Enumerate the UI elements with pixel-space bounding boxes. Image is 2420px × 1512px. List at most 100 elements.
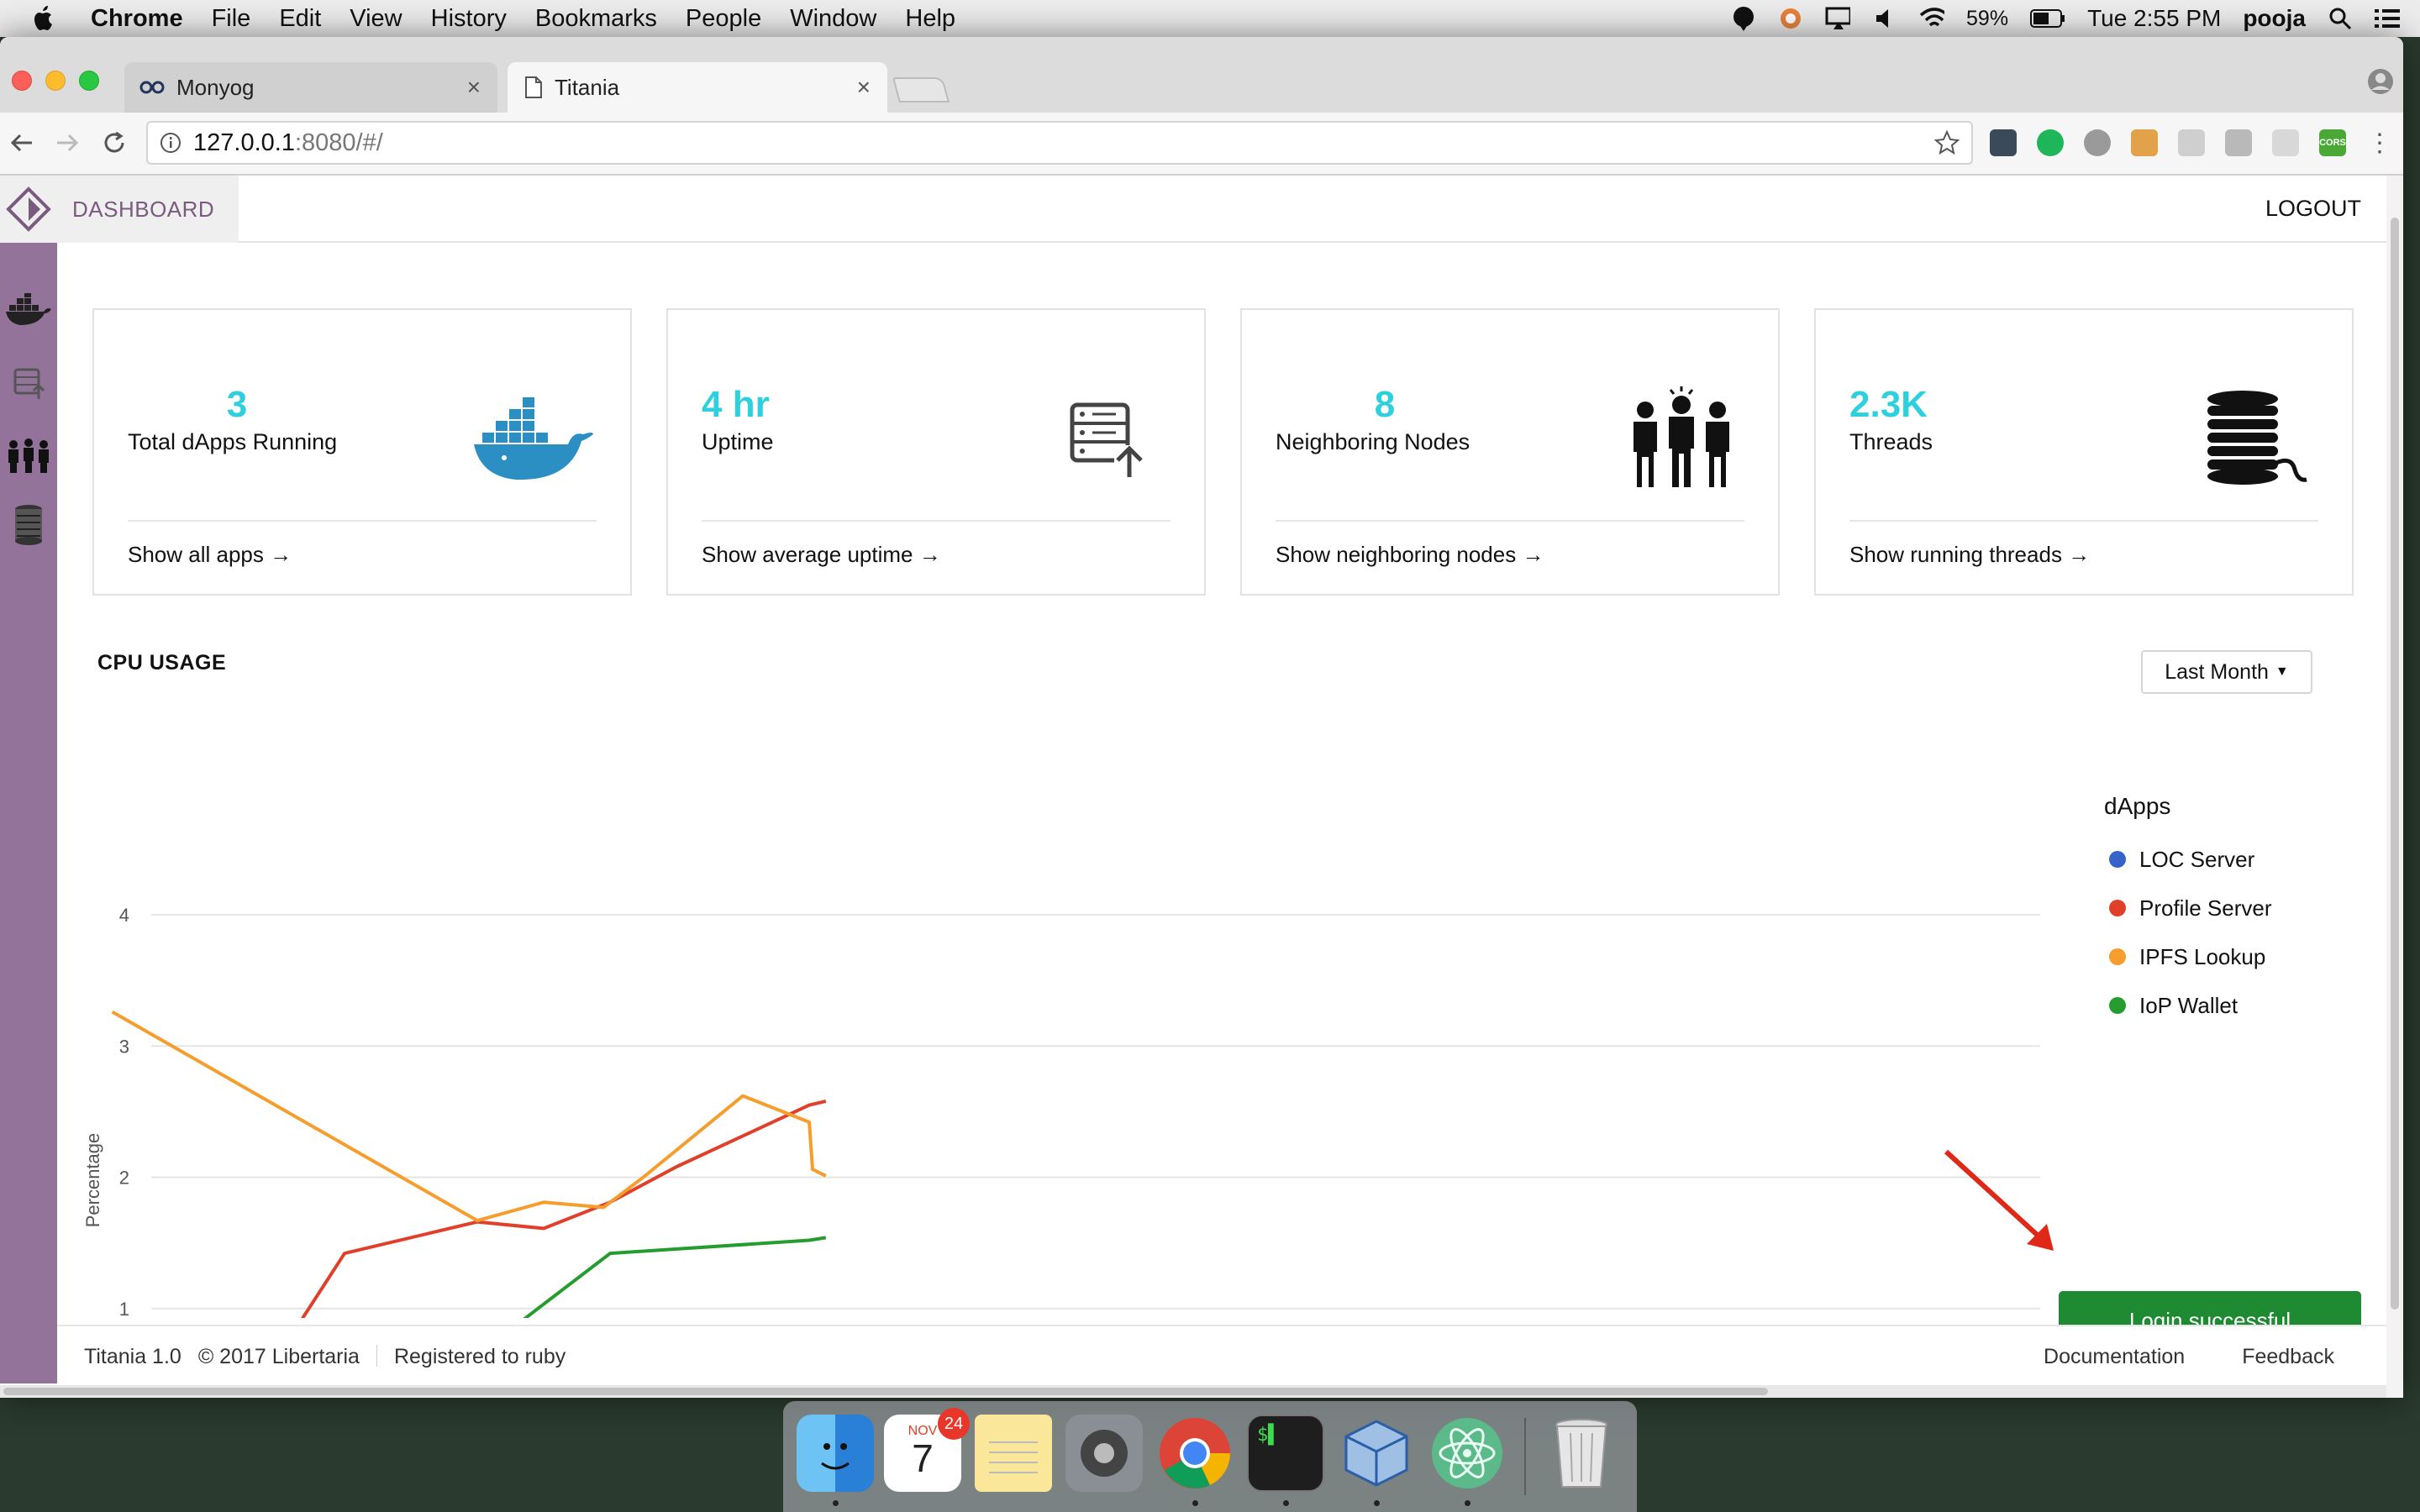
new-tab-button[interactable] bbox=[892, 77, 950, 102]
horizontal-scrollbar[interactable] bbox=[0, 1385, 2386, 1398]
y-tick-label: 1 bbox=[119, 1299, 129, 1318]
footer-copyright: © 2017 Libertaria bbox=[197, 1345, 360, 1368]
url-path: :8080/#/ bbox=[294, 129, 383, 156]
tab-titania[interactable]: Titania × bbox=[508, 62, 887, 113]
page-footer: Titania 1.0 © 2017 Libertaria Registered… bbox=[57, 1325, 2386, 1383]
ext-tool[interactable] bbox=[2131, 129, 2158, 156]
terminal-icon[interactable]: $▌ bbox=[1247, 1415, 1324, 1492]
calendar-icon[interactable]: NOV 7 24 bbox=[884, 1408, 970, 1492]
feedback-link[interactable]: Feedback bbox=[2242, 1345, 2334, 1369]
series-line-iop-wallet[interactable] bbox=[145, 1236, 827, 1318]
logout-link[interactable]: LOGOUT bbox=[2265, 196, 2361, 222]
docker-icon[interactable] bbox=[3, 286, 54, 333]
menu-window[interactable]: Window bbox=[790, 5, 876, 33]
trash-icon[interactable] bbox=[1543, 1415, 1620, 1492]
menu-people[interactable]: People bbox=[686, 5, 761, 33]
chrome-icon[interactable] bbox=[1156, 1415, 1234, 1492]
card-divider bbox=[1276, 520, 1744, 522]
address-bar[interactable]: 127.0.0.1:8080/#/ bbox=[146, 121, 1973, 165]
vertical-scrollbar[interactable] bbox=[2386, 176, 2403, 1398]
time-range-dropdown[interactable]: Last Month ▼ bbox=[2141, 650, 2312, 694]
legend-item-profile-server[interactable]: Profile Server bbox=[2104, 884, 2272, 932]
ext-green[interactable] bbox=[2037, 129, 2064, 156]
profile-icon[interactable] bbox=[2366, 67, 2395, 100]
people-icon[interactable] bbox=[3, 431, 54, 478]
close-window-button[interactable] bbox=[12, 71, 32, 91]
running-indicator bbox=[1192, 1500, 1198, 1506]
legend-item-ipfs-lookup[interactable]: IPFS Lookup bbox=[2104, 932, 2272, 981]
ext-gear[interactable] bbox=[2084, 129, 2111, 156]
volume-icon[interactable] bbox=[1872, 6, 1897, 31]
show-neighboring-nodes-link[interactable]: Show neighboring nodes → bbox=[1276, 542, 1544, 568]
series-line-ipfs-lookup[interactable] bbox=[111, 1010, 827, 1223]
menu-bookmarks[interactable]: Bookmarks bbox=[535, 5, 657, 33]
sync-status-icon[interactable] bbox=[1778, 6, 1803, 31]
menubar-clock[interactable]: Tue 2:55 PM bbox=[2087, 5, 2221, 32]
menu-app-name[interactable]: Chrome bbox=[91, 5, 183, 33]
mac-menubar: Chrome File Edit View History Bookmarks … bbox=[0, 0, 2420, 37]
finder-icon[interactable] bbox=[797, 1415, 874, 1492]
card-threads: 2.3K Threads Show running threads → bbox=[1814, 308, 2354, 596]
battery-icon[interactable] bbox=[2030, 6, 2065, 31]
titania-logo-icon[interactable] bbox=[5, 186, 52, 233]
legend-label: LOC Server bbox=[2139, 846, 2255, 872]
wifi-icon[interactable] bbox=[1919, 6, 1945, 31]
brand-area: DASHBOARD bbox=[0, 176, 239, 243]
close-tab-icon[interactable]: × bbox=[857, 74, 871, 101]
spotlight-search-icon[interactable] bbox=[2328, 6, 2353, 31]
bookmark-star-icon[interactable] bbox=[1933, 129, 1960, 162]
tab-monyog[interactable]: Monyog × bbox=[124, 62, 497, 113]
apple-menu-icon[interactable] bbox=[25, 0, 62, 37]
footer-version: Titania 1.0 bbox=[84, 1345, 182, 1368]
balloon-status-icon[interactable] bbox=[1731, 6, 1756, 31]
cpu-usage-chart: 01234 2. Oct4. Oct6. Oct8. Oct10. Oct12.… bbox=[82, 905, 2040, 1318]
zoom-window-button[interactable] bbox=[79, 71, 99, 91]
y-tick-label: 2 bbox=[119, 1168, 129, 1189]
menu-edit[interactable]: Edit bbox=[279, 5, 321, 33]
documentation-link[interactable]: Documentation bbox=[2044, 1345, 2185, 1369]
legend-item-loc-server[interactable]: LOC Server bbox=[2104, 835, 2272, 884]
virtualbox-icon[interactable] bbox=[1338, 1415, 1415, 1492]
y-tick-label: 4 bbox=[119, 905, 129, 926]
scroll-thumb[interactable] bbox=[2391, 218, 2399, 1310]
reload-button[interactable] bbox=[96, 124, 133, 161]
airplay-icon[interactable] bbox=[1825, 6, 1851, 31]
card-divider bbox=[702, 520, 1171, 522]
series-line-profile-server[interactable] bbox=[113, 1099, 827, 1318]
ext-grid[interactable] bbox=[2178, 129, 2205, 156]
menubar-user[interactable]: pooja bbox=[2243, 5, 2306, 32]
close-tab-icon[interactable]: × bbox=[467, 74, 481, 101]
show-all-apps-link[interactable]: Show all apps → bbox=[128, 542, 292, 568]
footer-registered: Registered to ruby bbox=[393, 1345, 566, 1368]
back-button[interactable] bbox=[3, 124, 40, 161]
menu-view[interactable]: View bbox=[350, 5, 402, 33]
system-preferences-icon[interactable] bbox=[1065, 1415, 1143, 1492]
legend-label: IoP Wallet bbox=[2139, 992, 2238, 1018]
notes-icon[interactable] bbox=[975, 1415, 1052, 1492]
scroll-thumb[interactable] bbox=[3, 1388, 1768, 1395]
dashboard-link[interactable]: DASHBOARD bbox=[72, 197, 214, 223]
menu-help[interactable]: Help bbox=[905, 5, 955, 33]
forward-button[interactable] bbox=[49, 124, 86, 161]
legend-marker bbox=[2109, 948, 2126, 965]
spool-icon[interactable] bbox=[3, 501, 54, 549]
info-icon[interactable] bbox=[160, 132, 182, 154]
show-average-uptime-link[interactable]: Show average uptime → bbox=[702, 542, 941, 568]
menu-history[interactable]: History bbox=[431, 5, 507, 33]
footer-divider bbox=[376, 1345, 377, 1367]
ext-white[interactable] bbox=[2225, 129, 2252, 156]
server-upload-icon bbox=[1044, 384, 1171, 493]
legend-item-iop-wallet[interactable]: IoP Wallet bbox=[2104, 981, 2272, 1030]
minimize-window-button[interactable] bbox=[45, 71, 66, 91]
browser-menu-icon[interactable]: ⋮ bbox=[2361, 124, 2398, 161]
server-icon[interactable] bbox=[3, 360, 54, 407]
atom-icon[interactable] bbox=[1428, 1415, 1506, 1492]
ext-gray[interactable] bbox=[2272, 129, 2299, 156]
show-running-threads-link[interactable]: Show running threads → bbox=[1849, 542, 2090, 568]
notification-center-icon[interactable] bbox=[2375, 6, 2400, 31]
ext-dots[interactable] bbox=[1990, 129, 2017, 156]
red-arrow-annotation bbox=[1944, 1149, 2054, 1251]
uptime-label: Uptime bbox=[702, 429, 774, 454]
ext-cors[interactable]: CORS bbox=[2319, 129, 2346, 156]
menu-file[interactable]: File bbox=[212, 5, 251, 33]
